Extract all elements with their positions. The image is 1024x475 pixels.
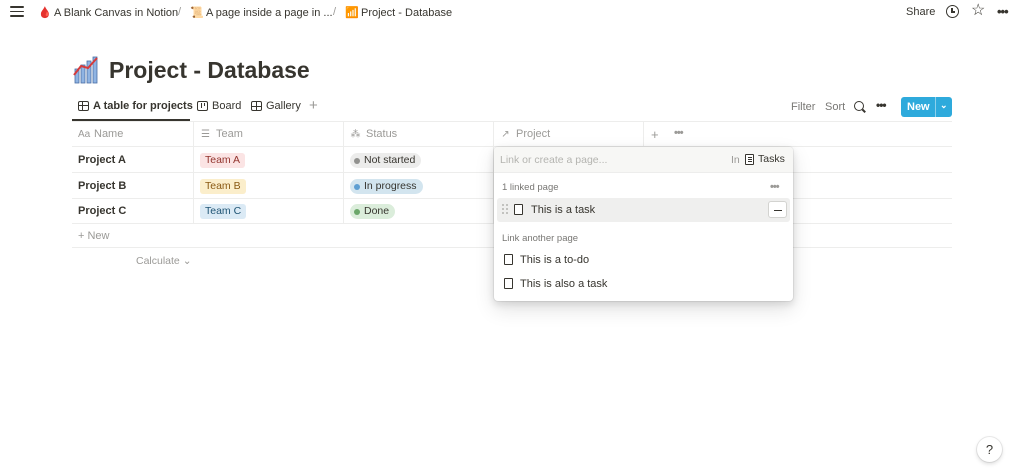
breadcrumb-separator: / — [178, 6, 182, 18]
row-name-cell[interactable]: Project C — [78, 205, 126, 217]
database-name: Tasks — [758, 153, 785, 165]
linked-page-label: This is a task — [531, 204, 596, 216]
in-label: In — [731, 154, 740, 166]
section-more-icon[interactable]: ••• — [770, 181, 780, 193]
breadcrumb-label: A Blank Canvas in Notion — [54, 6, 179, 19]
table-icon — [78, 101, 89, 111]
team-tag[interactable]: Team C — [200, 204, 247, 219]
chevron-down-icon[interactable]: ⌄ — [940, 100, 948, 111]
linked-page-item[interactable]: This is a task — [497, 198, 790, 222]
column-divider — [193, 121, 194, 223]
more-icon[interactable]: ••• — [997, 4, 1009, 19]
column-header-project[interactable]: ↗ Project — [500, 128, 550, 140]
calculate-dropdown[interactable]: Calculate ⌄ — [136, 255, 192, 267]
table-top-border — [72, 121, 952, 122]
status-dot — [354, 157, 360, 164]
link-page-option[interactable]: This is also a task — [497, 273, 790, 295]
tab-label: Board — [212, 100, 242, 112]
chart-icon: 📶 — [345, 7, 359, 19]
drag-handle-icon[interactable] — [502, 204, 508, 215]
board-icon — [197, 101, 208, 111]
gallery-icon — [251, 101, 262, 111]
share-button[interactable]: Share — [906, 6, 935, 18]
breadcrumb-separator: / — [333, 6, 337, 18]
page-icon — [504, 254, 513, 265]
row-name-cell[interactable]: Project B — [78, 180, 126, 192]
column-header-name[interactable]: Aa Name — [78, 128, 123, 140]
tab-gallery-view[interactable]: Gallery — [251, 100, 301, 112]
document-icon — [745, 153, 754, 165]
search-icon[interactable] — [854, 101, 864, 111]
chart-icon[interactable] — [73, 55, 103, 85]
team-tag[interactable]: Team A — [200, 153, 246, 168]
menu-icon[interactable] — [10, 6, 24, 18]
sort-button[interactable]: Sort — [825, 101, 845, 113]
status-badge[interactable]: In progress — [350, 179, 423, 194]
new-button[interactable]: New ⌄ — [901, 97, 952, 117]
status-dot — [354, 208, 360, 215]
add-view-button[interactable]: + — [309, 98, 318, 113]
text-icon: Aa — [78, 128, 91, 140]
column-header-team[interactable]: ☰ Team — [200, 128, 243, 140]
column-label: Project — [516, 128, 551, 140]
link-another-heading: Link another page — [502, 233, 579, 244]
view-more-icon[interactable]: ••• — [876, 98, 887, 112]
tab-table-view[interactable]: A table for projects — [78, 100, 193, 112]
breadcrumb-label: Project - Database — [361, 6, 453, 19]
scroll-icon: 📜 — [190, 7, 204, 19]
add-column-button[interactable]: + — [651, 127, 659, 142]
star-icon[interactable]: ☆ — [971, 3, 985, 19]
link-page-search-input[interactable] — [500, 152, 720, 168]
page-icon — [514, 204, 523, 215]
top-bar: 🩸 A Blank Canvas in Notion / 📜 A page in… — [0, 0, 1024, 24]
new-button-label: New — [907, 101, 930, 113]
popup-search-bar: In Tasks — [494, 147, 793, 173]
option-label: This is a to-do — [520, 254, 590, 266]
drop-icon: 🩸 — [38, 7, 52, 19]
status-label: In progress — [364, 180, 417, 192]
breadcrumb-workspace[interactable]: 🩸 A Blank Canvas in Notion — [38, 6, 179, 20]
help-button[interactable]: ? — [977, 437, 1002, 462]
status-dot — [354, 183, 360, 190]
breadcrumb-parent-page[interactable]: 📜 A page inside a page in ... — [190, 6, 333, 20]
link-page-option[interactable]: This is a to-do — [497, 249, 790, 271]
column-header-status[interactable]: ⁂ Status — [350, 128, 398, 140]
status-badge[interactable]: Done — [350, 204, 396, 219]
status-badge[interactable]: Not started — [350, 153, 422, 168]
breadcrumb-current-page[interactable]: 📶 Project - Database — [345, 6, 453, 20]
clock-icon[interactable] — [946, 5, 959, 18]
remove-link-button[interactable] — [768, 201, 787, 218]
page-title[interactable]: Project - Database — [109, 57, 310, 84]
tab-label: Gallery — [266, 100, 301, 112]
filter-button[interactable]: Filter — [791, 101, 815, 113]
team-tag[interactable]: Team B — [200, 179, 246, 194]
page-icon — [504, 278, 513, 289]
list-icon: ☰ — [201, 128, 210, 140]
column-label: Status — [366, 128, 398, 140]
status-label: Done — [364, 205, 390, 217]
row-name-cell[interactable]: Project A — [78, 154, 126, 166]
tab-board-view[interactable]: Board — [197, 100, 241, 112]
column-label: Name — [94, 128, 124, 140]
option-label: This is also a task — [520, 278, 608, 290]
status-label: Not started — [364, 154, 416, 166]
tab-label: A table for projects — [93, 100, 193, 112]
breadcrumb-label: A page inside a page in ... — [206, 6, 333, 19]
status-icon: ⁂ — [350, 128, 361, 140]
relation-popup: In Tasks 1 linked page ••• This is a tas… — [494, 147, 793, 301]
column-label: Team — [216, 128, 243, 140]
linked-section-heading: 1 linked page — [502, 182, 559, 193]
database-selector[interactable]: Tasks — [745, 153, 785, 165]
relation-arrow-icon: ↗ — [501, 128, 510, 140]
column-more-icon[interactable]: ••• — [674, 127, 684, 139]
column-divider — [343, 121, 344, 223]
new-button-divider — [935, 97, 936, 117]
add-row-button[interactable]: + New — [78, 230, 110, 242]
